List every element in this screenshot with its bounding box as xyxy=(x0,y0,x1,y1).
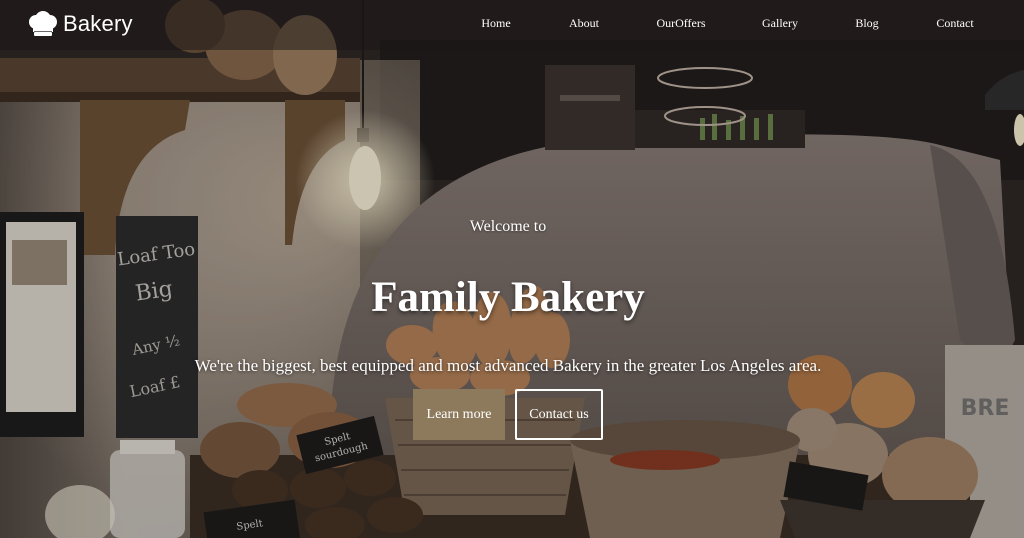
nav-item-contact: Contact xyxy=(936,14,973,32)
nav-item-about: About xyxy=(569,14,599,32)
nav-link-blog[interactable]: Blog xyxy=(855,16,878,30)
hero-welcome-text: Welcome to xyxy=(469,218,547,235)
nav-item-gallery: Gallery xyxy=(762,14,798,32)
learn-more-button[interactable]: Learn more xyxy=(413,389,505,440)
nav-item-blog: Blog xyxy=(855,14,878,32)
page: Loaf Too Big Any ½ Loaf £ BRE Spelt sour… xyxy=(0,0,1024,538)
nav-item-our-offers: OurOffers xyxy=(656,14,705,32)
nav-link-our-offers[interactable]: OurOffers xyxy=(656,16,705,30)
nav-link-gallery[interactable]: Gallery xyxy=(762,16,798,30)
hero-subtitle: We're the biggest, best equipped and mos… xyxy=(194,356,822,375)
site-header: Bakery Home About OurOffers Gallery Blog… xyxy=(0,0,1024,50)
main-nav: Home About OurOffers Gallery Blog Contac… xyxy=(0,14,1024,34)
nav-link-home[interactable]: Home xyxy=(481,16,510,30)
hero-overlay xyxy=(0,0,1024,538)
nav-link-about[interactable]: About xyxy=(569,16,599,30)
nav-item-home: Home xyxy=(481,14,510,32)
hero-title: Family Bakery xyxy=(371,274,645,321)
contact-us-button[interactable]: Contact us xyxy=(515,389,603,440)
nav-link-contact[interactable]: Contact xyxy=(936,16,973,30)
